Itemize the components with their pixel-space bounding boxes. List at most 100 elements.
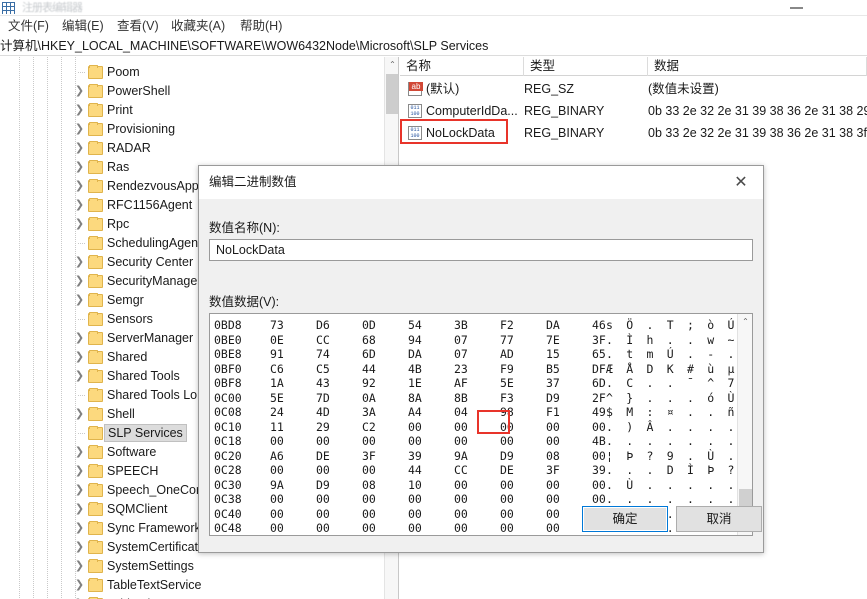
hex-scroll-up-icon[interactable]: ⌃: [738, 314, 752, 330]
ok-button[interactable]: 确定: [582, 506, 668, 532]
tree-connector: [78, 243, 85, 244]
tree-item-poom[interactable]: Poom: [74, 63, 374, 82]
tree-item-label: Shared: [107, 350, 148, 364]
hex-byte[interactable]: 00: [362, 520, 384, 535]
tree-item-label: PowerShell: [107, 84, 171, 98]
value-type-cell: REG_BINARY: [524, 104, 605, 118]
hex-byte[interactable]: 00: [408, 520, 430, 535]
chevron-right-icon[interactable]: ❯: [74, 276, 85, 287]
chevron-right-icon[interactable]: ❯: [74, 523, 85, 534]
indent-guide-0: [19, 57, 20, 599]
tree-item-label: RFC1156Agent: [107, 198, 193, 212]
tree-item-tabletextservice[interactable]: ❯ TableTextService: [74, 576, 374, 595]
folder-icon: [88, 483, 103, 497]
binary-value-icon: [408, 126, 422, 140]
hex-byte[interactable]: 00: [546, 520, 568, 535]
hex-editor[interactable]: 0BD8 73 D6 0D 54 3B F2 DA 46 s Ö . T ; ò Ú F 0BE0 0…: [209, 313, 753, 536]
tree-item-label: Ras: [107, 160, 130, 174]
chevron-right-icon[interactable]: ❯: [74, 257, 85, 268]
chevron-right-icon[interactable]: ❯: [74, 181, 85, 192]
folder-icon: [88, 388, 103, 402]
hex-vertical-scrollbar[interactable]: ⌃ ⌄: [737, 314, 752, 535]
binary-value-icon: [408, 104, 422, 118]
chevron-right-icon[interactable]: ❯: [74, 561, 85, 572]
value-data-cell: 0b 33 2e 32 2e 31 39 38 36 2e 31 38 3f 0: [648, 126, 867, 140]
tree-item-label: SystemCertificat: [107, 540, 198, 554]
chevron-right-icon[interactable]: ❯: [74, 504, 85, 515]
chevron-right-icon[interactable]: ❯: [74, 580, 85, 591]
chevron-right-icon[interactable]: ❯: [74, 371, 85, 382]
tree-item-label: Security Center: [107, 255, 194, 269]
tree-item-print[interactable]: ❯ Print: [74, 101, 374, 120]
folder-icon: [88, 217, 103, 231]
indent-guide-1: [33, 57, 34, 599]
tree-connector: [78, 319, 85, 320]
edit-binary-value-dialog: 编辑二进制数值 ✕ 数值名称(N): NoLockData 数值数据(V): 0…: [198, 165, 764, 553]
folder-icon: [88, 160, 103, 174]
string-value-icon: [408, 82, 423, 96]
value-name-input[interactable]: NoLockData: [209, 239, 753, 261]
folder-icon: [88, 84, 103, 98]
folder-icon: [88, 141, 103, 155]
tree-item-label: Provisioning: [107, 122, 176, 136]
chevron-right-icon[interactable]: ❯: [74, 466, 85, 477]
chevron-right-icon[interactable]: ❯: [74, 124, 85, 135]
tree-item-systemsettings[interactable]: ❯ SystemSettings: [74, 557, 374, 576]
chevron-right-icon[interactable]: ❯: [74, 485, 85, 496]
menu-item-2[interactable]: 查看(V): [113, 18, 163, 35]
hex-byte[interactable]: 00: [500, 520, 522, 535]
folder-icon: [88, 312, 103, 326]
menu-item-1[interactable]: 编辑(E): [58, 18, 108, 35]
tree-item-tablettip[interactable]: ❯TabletTip: [74, 595, 374, 599]
chevron-right-icon[interactable]: ❯: [74, 105, 85, 116]
chevron-right-icon[interactable]: ❯: [74, 86, 85, 97]
chevron-right-icon[interactable]: ❯: [74, 162, 85, 173]
tree-item-label: ServerManager: [107, 331, 194, 345]
chevron-right-icon[interactable]: ❯: [74, 542, 85, 553]
tree-item-label: Shared Tools Lo: [107, 388, 198, 402]
tree-item-label: Software: [107, 445, 157, 459]
scrollbar-thumb[interactable]: [386, 74, 398, 114]
hex-byte[interactable]: 00: [316, 520, 338, 535]
tree-item-label: SQMClient: [107, 502, 168, 516]
column-header-2[interactable]: 数据: [648, 57, 867, 76]
table-row[interactable]: (默认) REG_SZ (数值未设置): [400, 79, 867, 100]
cancel-button[interactable]: 取消: [676, 506, 762, 532]
tree-item-label: Semgr: [107, 293, 144, 307]
registry-path: 计算机\HKEY_LOCAL_MACHINE\SOFTWARE\WOW6432N…: [0, 39, 489, 53]
tree-item-label: SystemSettings: [107, 559, 194, 573]
menu-item-0[interactable]: 文件(F): [4, 18, 53, 35]
chevron-right-icon[interactable]: ❯: [74, 333, 85, 344]
table-row[interactable]: ComputerIdDa... REG_BINARY 0b 33 2e 32 2e …: [400, 101, 867, 122]
column-header-1[interactable]: 类型: [524, 57, 648, 76]
folder-icon: [88, 179, 103, 193]
tree-item-powershell[interactable]: ❯ PowerShell: [74, 82, 374, 101]
tree-item-provisioning[interactable]: ❯ Provisioning: [74, 120, 374, 139]
chevron-right-icon[interactable]: ❯: [74, 219, 85, 230]
chevron-right-icon[interactable]: ❯: [74, 295, 85, 306]
folder-icon: [88, 236, 103, 250]
folder-icon: [88, 293, 103, 307]
scroll-up-icon[interactable]: ⌃: [385, 57, 398, 73]
table-row[interactable]: NoLockData REG_BINARY 0b 33 2e 32 2e 31 39…: [400, 123, 867, 144]
tree-item-label: Sensors: [107, 312, 153, 326]
chevron-right-icon[interactable]: ❯: [74, 409, 85, 420]
folder-icon: [88, 65, 103, 79]
hex-byte[interactable]: 00: [270, 520, 292, 535]
chevron-right-icon[interactable]: ❯: [74, 352, 85, 363]
menu-item-4[interactable]: 帮助(H): [236, 18, 286, 35]
close-icon[interactable]: ✕: [719, 166, 763, 199]
folder-icon: [88, 540, 103, 554]
dialog-title: 编辑二进制数值: [209, 175, 297, 189]
chevron-right-icon[interactable]: ❯: [74, 200, 85, 211]
menu-item-3[interactable]: 收藏夹(A): [167, 18, 229, 35]
indent-guide-3: [61, 57, 62, 599]
minimize-button[interactable]: [782, 0, 812, 16]
chevron-right-icon[interactable]: ❯: [74, 143, 85, 154]
hex-byte[interactable]: 00: [454, 520, 476, 535]
column-header-0[interactable]: 名称: [400, 57, 524, 76]
address-bar[interactable]: 计算机\HKEY_LOCAL_MACHINE\SOFTWARE\WOW6432N…: [0, 37, 867, 56]
folder-icon: [88, 274, 103, 288]
chevron-right-icon[interactable]: ❯: [74, 447, 85, 458]
tree-item-radar[interactable]: ❯ RADAR: [74, 139, 374, 158]
